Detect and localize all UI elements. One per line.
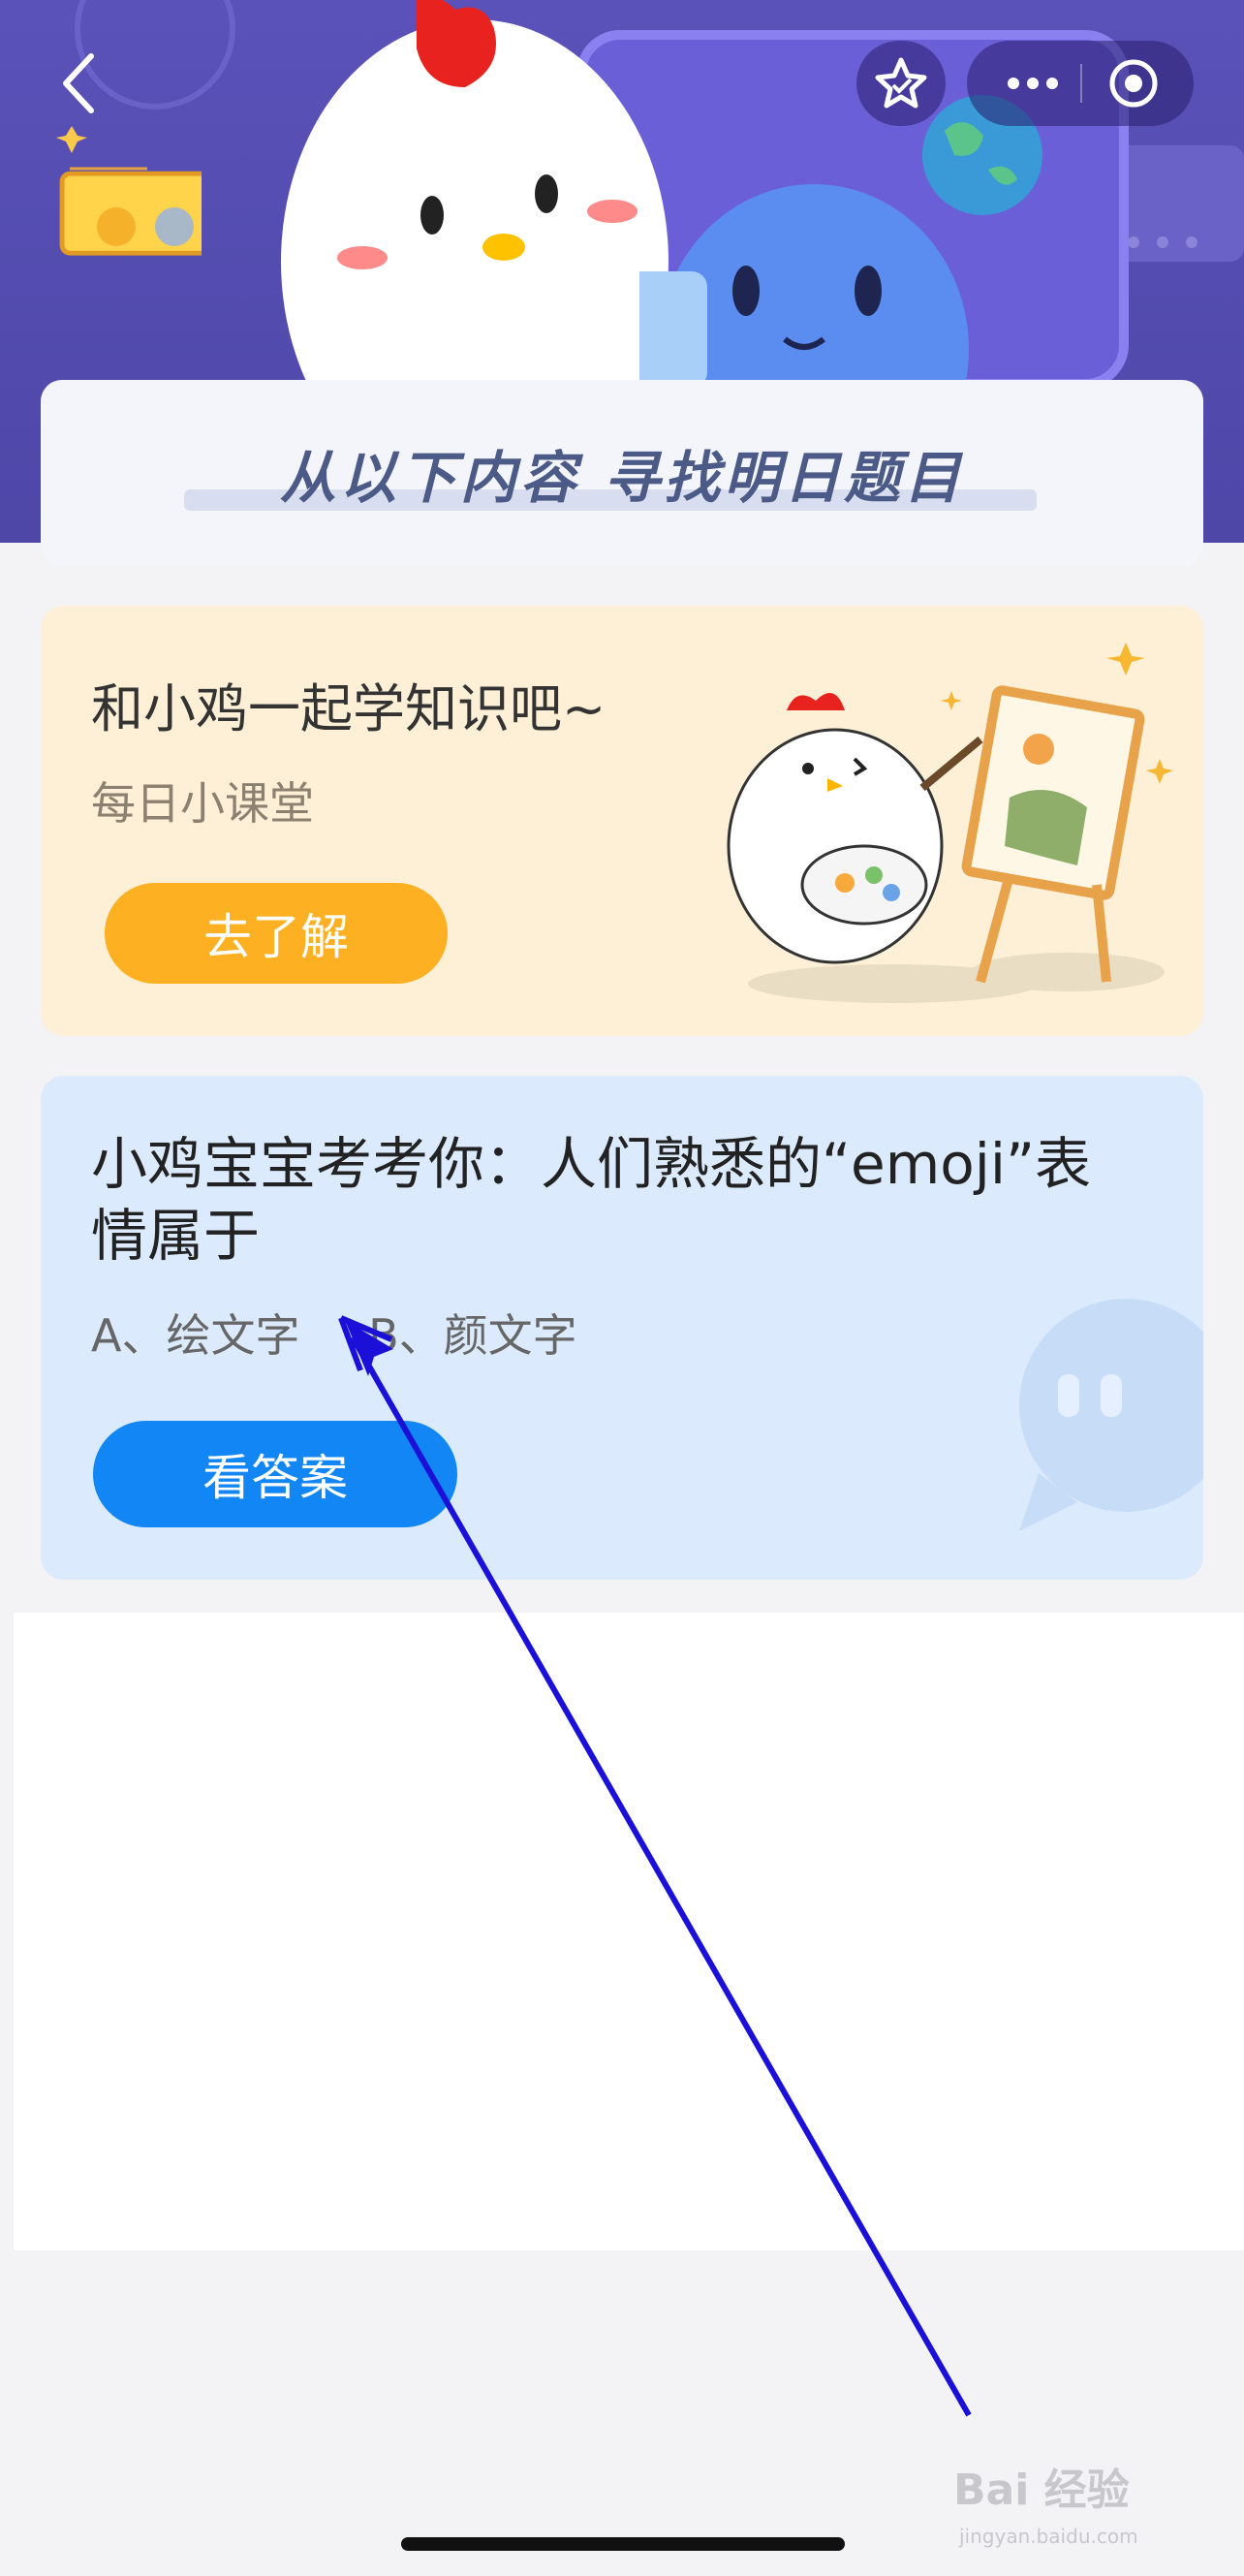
back-button[interactable] <box>54 48 103 116</box>
chevron-left-icon <box>63 53 94 113</box>
quiz-question: 小鸡宝宝考考你：人们熟悉的“emoji”表情属于 <box>91 1131 1091 1269</box>
close-button[interactable] <box>1095 41 1172 126</box>
quiz-option-a: A、绘文字 <box>91 1309 300 1362</box>
star-icon <box>875 57 927 109</box>
banner-title: 从以下内容 寻找明日题目 <box>279 445 965 511</box>
empty-content-panel <box>14 1613 1244 2250</box>
home-indicator[interactable] <box>401 2537 845 2551</box>
baidu-watermark: Bai 经验 jingyan.baidu.com <box>953 2466 1138 2548</box>
more-button[interactable] <box>994 41 1072 126</box>
learn-card-title: 和小鸡一起学知识吧~ <box>91 678 606 739</box>
favorite-button[interactable] <box>856 41 946 126</box>
mini-program-capsule <box>967 41 1194 126</box>
learn-card-subtitle: 每日小课堂 <box>91 777 314 830</box>
chicken-mascot-image <box>281 0 669 407</box>
quiz-option-b: B、颜文字 <box>368 1309 577 1362</box>
target-circle-icon <box>1109 59 1158 108</box>
learn-more-button[interactable]: 去了解 <box>105 883 448 984</box>
more-dots-icon <box>1008 78 1058 89</box>
watermark-url: jingyan.baidu.com <box>958 2525 1138 2548</box>
view-answer-button[interactable]: 看答案 <box>93 1421 457 1527</box>
medal-badge-icon <box>56 126 202 256</box>
section-banner: 从以下内容 寻找明日题目 <box>41 380 1203 566</box>
quiz-options: A、绘文字 B、颜文字 <box>91 1301 632 1365</box>
chat-bubble-icon <box>1019 1299 1203 1531</box>
watermark-brand: Bai 经验 <box>953 2466 1130 2515</box>
chicken-painting-illustration <box>727 643 1173 1003</box>
learn-card[interactable]: 和小鸡一起学知识吧~ 每日小课堂 去了解 <box>41 606 1203 1036</box>
quiz-card: 小鸡宝宝考考你：人们熟悉的“emoji”表情属于 A、绘文字 B、颜文字 看答案 <box>41 1076 1203 1580</box>
capsule-divider <box>1080 64 1082 103</box>
